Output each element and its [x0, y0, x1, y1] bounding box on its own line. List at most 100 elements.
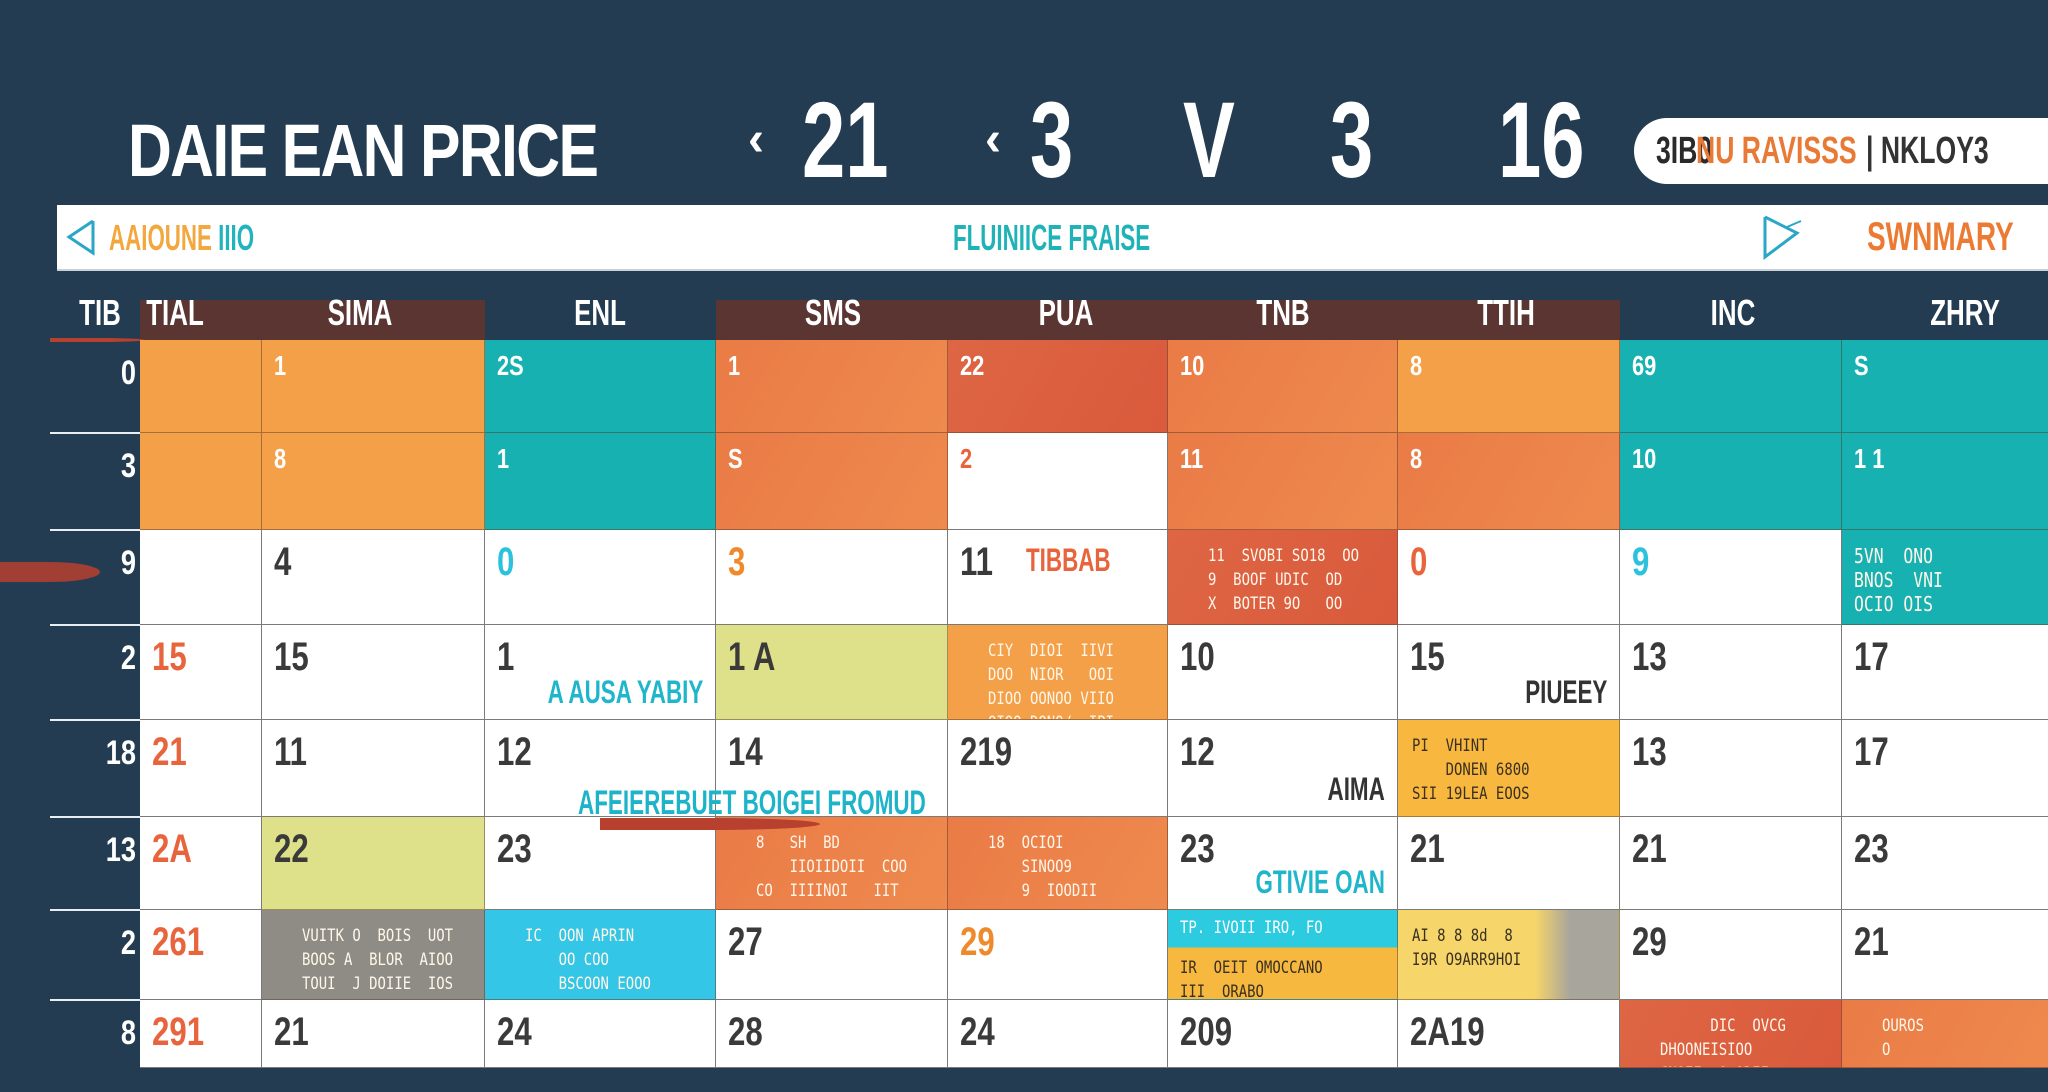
calendar-cell[interactable]: 23 GTIVIE OAN [1168, 817, 1398, 910]
calendar-cell[interactable]: 8 [1398, 340, 1620, 433]
event-label[interactable]: PIUEEY [1525, 674, 1607, 711]
previous-arrow-icon[interactable] [63, 215, 103, 259]
event-block[interactable]: DIC OVCG DHOONEISIOO CNOII O.ODII [1660, 1014, 1800, 1067]
calendar-cell[interactable]: 15 PIUEEY [1398, 625, 1620, 720]
calendar-cell[interactable]: VUITK O BOIS UOT BOOS A BLOR AIOO TOUI J… [262, 910, 485, 1000]
calendar-cell[interactable]: 15 [262, 625, 485, 720]
calendar-cell[interactable]: 13 [1620, 720, 1842, 817]
calendar-cell[interactable]: 28 [716, 1000, 948, 1068]
calendar-cell[interactable] [140, 433, 262, 530]
calendar-cell[interactable]: 9 [1620, 530, 1842, 625]
event-block[interactable]: PI VHINT DONEN 6800 SII 19LEA EOOS [1412, 734, 1574, 806]
calendar-cell[interactable]: IC OON APRIN OO COO BSCOON EOOO [485, 910, 716, 1000]
calendar-cell[interactable]: 3 [716, 530, 948, 625]
calendar-cell[interactable]: 2S [485, 340, 716, 433]
calendar-cell[interactable]: 24 [485, 1000, 716, 1068]
calendar-cell[interactable]: 1 A [716, 625, 948, 720]
calendar-cell[interactable]: 2A [140, 817, 262, 910]
nav-value-3[interactable]: V [1183, 86, 1235, 194]
event-block[interactable]: IC OON APRIN OO COO BSCOON EOOO [525, 924, 673, 996]
prev-chevron-icon[interactable]: ‹ [985, 112, 1001, 167]
calendar-cell[interactable]: 0 [485, 530, 716, 625]
calendar-cell[interactable]: 10 [1168, 340, 1398, 433]
calendar-cell[interactable]: OUROS O [1842, 1000, 2048, 1068]
calendar-cell[interactable]: 1 1 [1842, 433, 2048, 530]
prev-chevron-icon[interactable]: ‹ [748, 112, 764, 167]
spanning-event-label[interactable]: AFEIEREBUET BOIGEI FROMUD [578, 784, 926, 823]
calendar-cell[interactable]: 4 [262, 530, 485, 625]
calendar-cell[interactable]: 1 [485, 433, 716, 530]
event-block[interactable]: 5VN ONO BNOS VNI OCIO OIS [1854, 544, 2014, 616]
calendar-cell[interactable]: 1 A AUSA YABIY [485, 625, 716, 720]
calendar-cell[interactable]: 21 [1620, 817, 1842, 910]
calendar-cell[interactable]: 15 [140, 625, 262, 720]
nav-value-4[interactable]: 3 [1330, 86, 1373, 194]
event-label[interactable]: TIBBAB [1026, 542, 1111, 579]
calendar-cell[interactable]: 11 [262, 720, 485, 817]
calendar-cell[interactable]: 219 [948, 720, 1168, 817]
calendar-cell[interactable]: TP. IVOII IRO, FO IR OEIT OMOCCANO III OR… [1168, 910, 1398, 1000]
calendar-cell[interactable]: 22 [948, 340, 1168, 433]
event-block-top[interactable]: TP. IVOII IRO, FO [1180, 916, 1350, 940]
event-label[interactable]: GTIVIE OAN [1256, 864, 1385, 901]
calendar-cell[interactable]: 8 SH BD IIOIIDOII COO CO IIIINOI IIT [716, 817, 948, 910]
calendar-cell[interactable]: 13 [1620, 625, 1842, 720]
nav-value-2[interactable]: 3 [1030, 86, 1073, 194]
calendar-cell[interactable]: 0 [1398, 530, 1620, 625]
calendar-cell[interactable]: 261 [140, 910, 262, 1000]
calendar-cell[interactable]: 5VN ONO BNOS VNI OCIO OIS [1842, 530, 2048, 625]
calendar-cell[interactable]: 10 [1168, 625, 1398, 720]
calendar-cell[interactable]: 21 [140, 720, 262, 817]
calendar-cell[interactable]: 209 [1168, 1000, 1398, 1068]
event-block-bottom[interactable]: IR OEIT OMOCCANO III ORABO [1180, 956, 1350, 999]
calendar-cell[interactable]: S [1842, 340, 2048, 433]
calendar-cell[interactable]: 22 [262, 817, 485, 910]
calendar-cell[interactable]: CIY DIOI IIVI DOO NIOR OOI DIOO OONOO VI… [948, 625, 1168, 720]
calendar-cell[interactable]: 11 [1168, 433, 1398, 530]
calendar-cell[interactable]: 23 [1842, 817, 2048, 910]
calendar-cell[interactable]: 11 SVOBI SO18 OO 9 BOOF UDIC OD X BOTER … [1168, 530, 1398, 625]
calendar-cell[interactable]: 11 TIBBAB [948, 530, 1168, 625]
calendar-cell[interactable]: 18 OCIOI SINOO9 9 IOODII [948, 817, 1168, 910]
event-label[interactable]: AIMA [1328, 771, 1385, 808]
calendar-cell[interactable]: 17 [1842, 625, 2048, 720]
calendar-cell[interactable] [140, 530, 262, 625]
calendar-cell[interactable]: 27 [716, 910, 948, 1000]
calendar-cell[interactable]: 24 [948, 1000, 1168, 1068]
calendar-cell[interactable]: 17 [1842, 720, 2048, 817]
nav-value-5[interactable]: 16 [1498, 86, 1585, 194]
calendar-cell[interactable]: 8 [262, 433, 485, 530]
toolbar-left-label[interactable]: AAIOUNE IIIO [109, 217, 254, 259]
calendar-cell[interactable]: 69 [1620, 340, 1842, 433]
calendar-cell[interactable]: 1 [716, 340, 948, 433]
calendar-cell[interactable] [140, 340, 262, 433]
calendar-cell[interactable]: AI 8 8 8d 8 I9R O9ARR9HOI [1398, 910, 1620, 1000]
summary-pill[interactable]: 3IB0 NU RAVISSS | NKLOY3 [1634, 118, 2048, 184]
event-block[interactable]: 8 SH BD IIOIIDOII COO CO IIIINOI IIT [756, 831, 907, 903]
event-block[interactable]: AI 8 8 8d 8 I9R O9ARR9HOI [1412, 924, 1574, 972]
calendar-cell[interactable]: PI VHINT DONEN 6800 SII 19LEA EOOS [1398, 720, 1620, 817]
calendar-cell[interactable]: 21 [1398, 817, 1620, 910]
event-block[interactable]: OUROS O [1882, 1014, 2019, 1062]
calendar-cell[interactable]: 2 [948, 433, 1168, 530]
calendar-cell[interactable]: 10 [1620, 433, 1842, 530]
nav-value-1[interactable]: 21 [802, 86, 889, 194]
calendar-cell[interactable]: 12 AIMA [1168, 720, 1398, 817]
next-arrow-icon[interactable] [1757, 213, 1805, 261]
event-block[interactable]: VUITK O BOIS UOT BOOS A BLOR AIOO TOUI J… [302, 924, 453, 996]
event-block[interactable]: CIY DIOI IIVI DOO NIOR OOI DIOO OONOO VI… [988, 639, 1127, 719]
calendar-cell[interactable]: 29 [948, 910, 1168, 1000]
calendar-cell[interactable]: 291 [140, 1000, 262, 1068]
calendar-cell[interactable]: 1 [262, 340, 485, 433]
calendar-cell[interactable]: 8 [1398, 433, 1620, 530]
calendar-cell[interactable]: 21 [1842, 910, 2048, 1000]
calendar-cell[interactable]: 23 [485, 817, 716, 910]
event-label[interactable]: A AUSA YABIY [547, 674, 703, 711]
event-block[interactable]: 18 OCIOI SINOO9 9 IOODII [988, 831, 1127, 903]
event-block[interactable]: 11 SVOBI SO18 OO 9 BOOF UDIC OD X BOTER … [1208, 544, 1359, 616]
calendar-cell[interactable]: 29 [1620, 910, 1842, 1000]
calendar-cell[interactable]: DIC OVCG DHOONEISIOO CNOII O.ODII [1620, 1000, 1842, 1068]
calendar-cell[interactable]: 2A19 [1398, 1000, 1620, 1068]
calendar-cell[interactable]: S [716, 433, 948, 530]
summary-button[interactable]: SWNMARY [1867, 215, 2014, 260]
